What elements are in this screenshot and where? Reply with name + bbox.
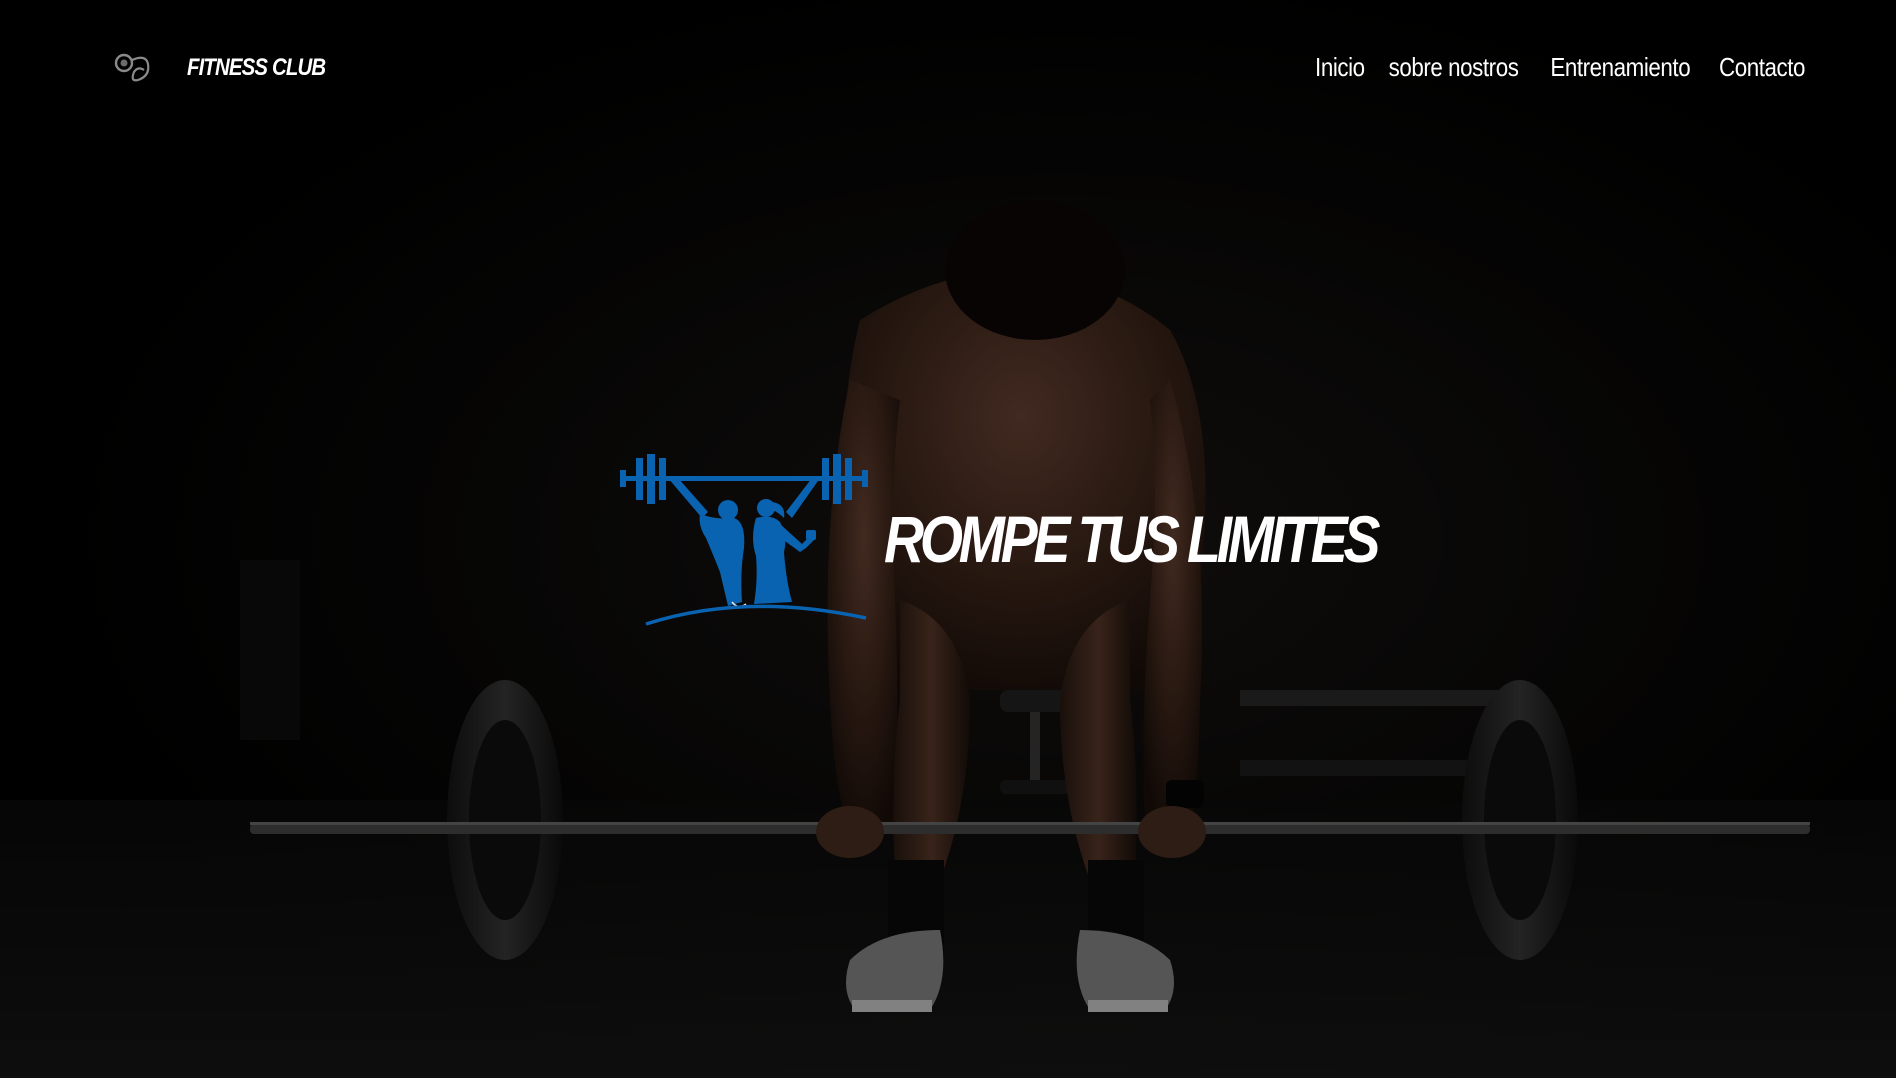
brand-swirl-icon[interactable]: [112, 50, 154, 86]
nav-link-entrenamiento[interactable]: Entrenamiento: [1551, 52, 1691, 83]
landing-page: FITNESS CLUB Inicio sobre nostros Entren…: [0, 0, 1896, 1078]
nav-link-sobre-nostros[interactable]: sobre nostros: [1389, 52, 1519, 83]
site-header: FITNESS CLUB Inicio sobre nostros Entren…: [0, 0, 1896, 140]
main-nav: Inicio sobre nostros Entrenamiento Conta…: [1315, 52, 1806, 83]
hero-title: ROMPE TUS LIMITES: [884, 502, 1380, 576]
nav-link-inicio[interactable]: Inicio: [1315, 52, 1365, 83]
nav-link-contacto[interactable]: Contacto: [1719, 52, 1805, 83]
weightlifting-couple-icon: [620, 454, 868, 626]
brand-name[interactable]: FITNESS CLUB: [187, 54, 326, 82]
